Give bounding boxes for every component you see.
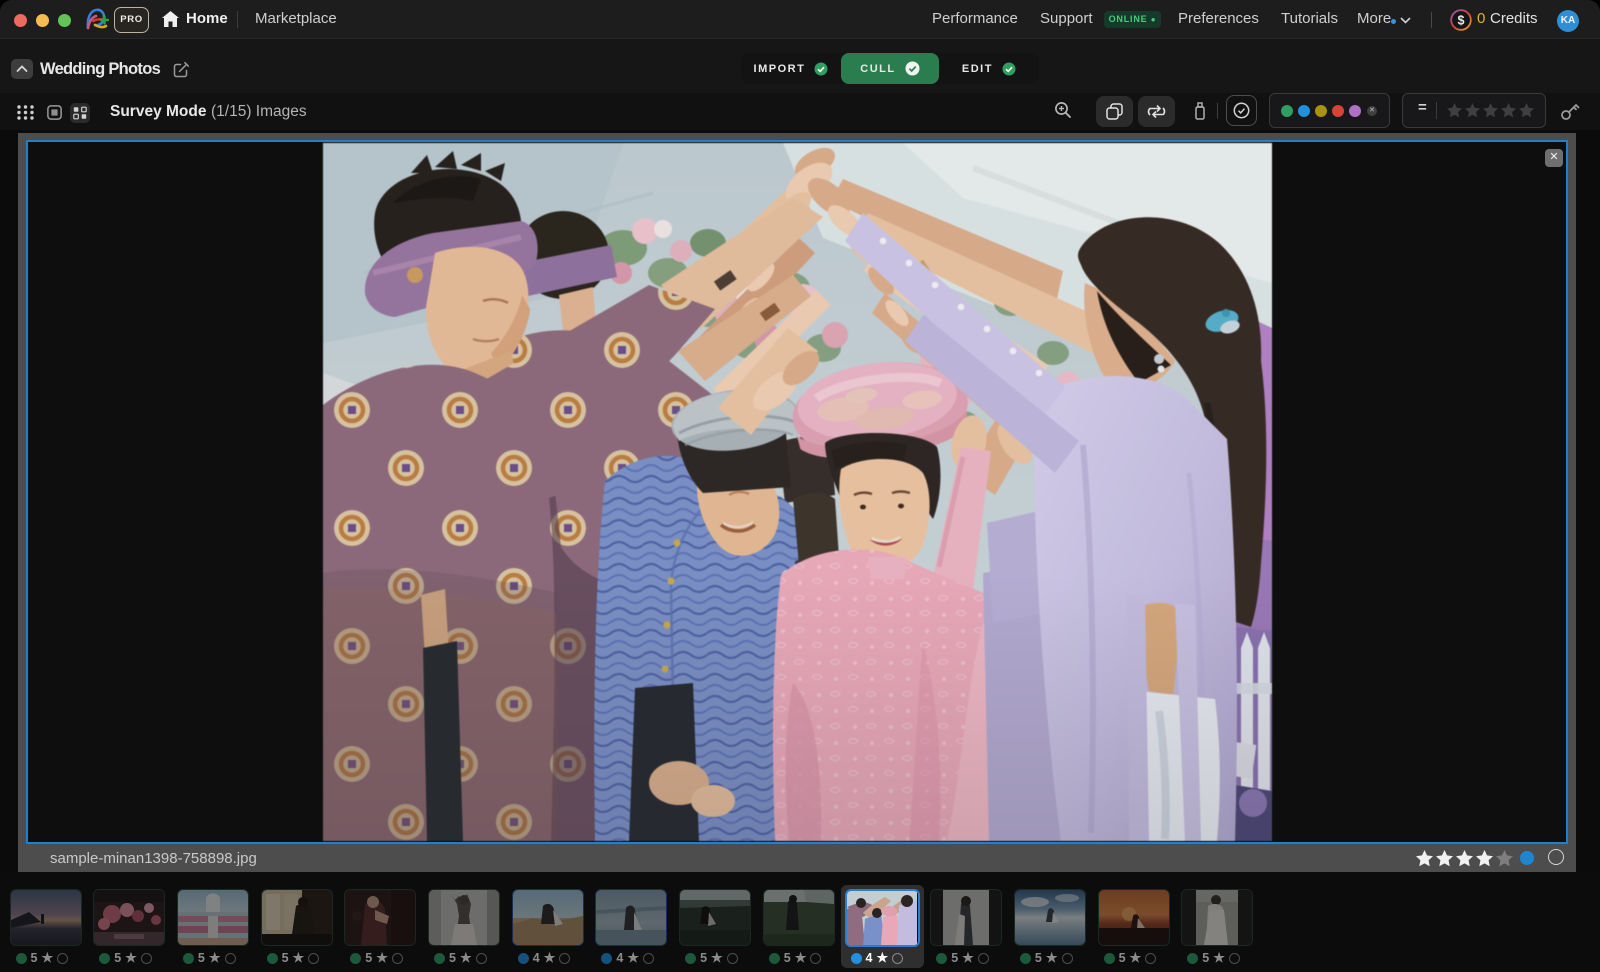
svg-text:$: $ xyxy=(1458,14,1465,28)
